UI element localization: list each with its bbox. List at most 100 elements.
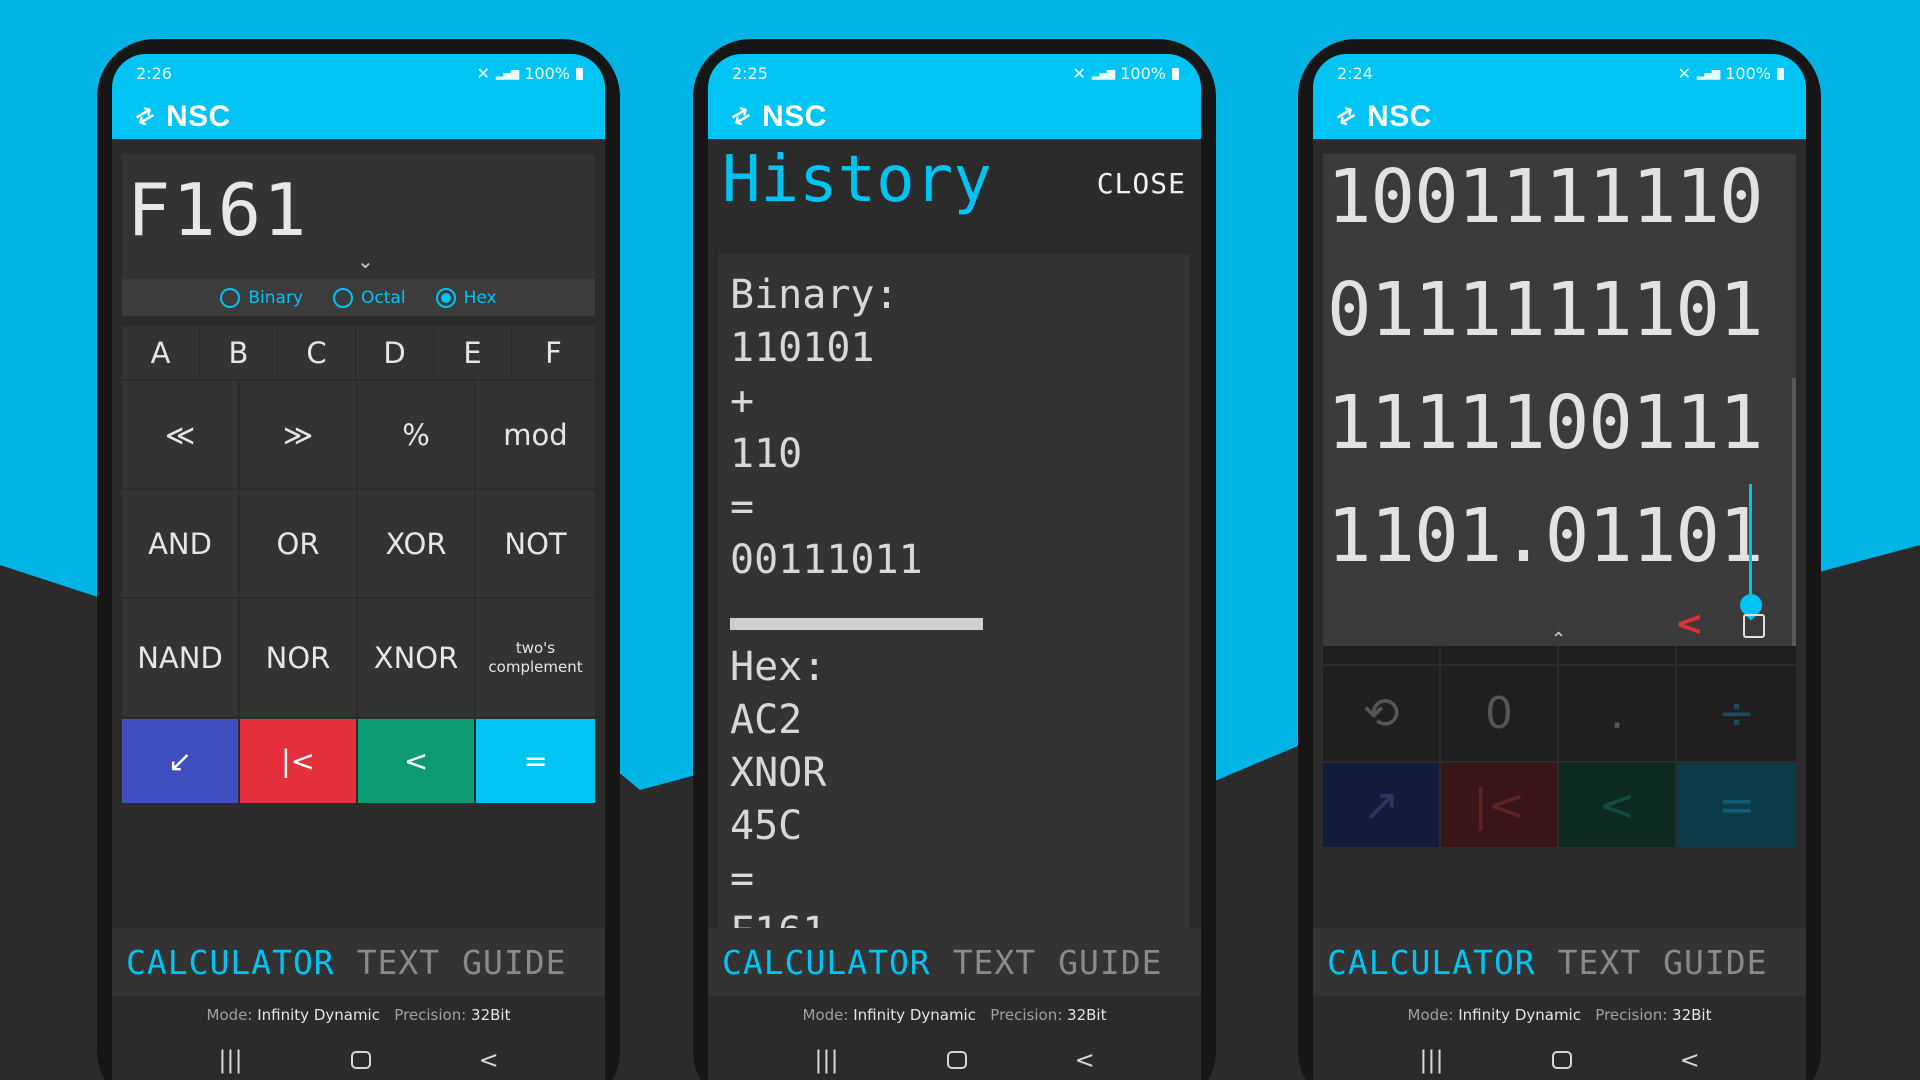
phone-screen: 2:26 ✕ ▂▄▆ 100% ⇄ NSC F161 ⌄ Binary Octa…: [112, 54, 605, 1080]
precision-label: Precision:: [1595, 1006, 1668, 1024]
arrow-down-left-key[interactable]: ↙: [122, 719, 238, 803]
xor-key[interactable]: XOR: [358, 490, 474, 597]
status-time: 2:24: [1337, 64, 1373, 83]
history-line: AC2: [730, 697, 803, 743]
tab-calculator[interactable]: CALCULATOR: [722, 943, 931, 982]
battery-text: 100%: [1120, 64, 1166, 83]
mode-value: Infinity Dynamic: [1458, 1006, 1581, 1024]
back-icon[interactable]: <: [1075, 1046, 1095, 1074]
history-line: =: [730, 856, 755, 902]
history-list[interactable]: Binary: 110101 + 110 = 00111011 Hex: AC2…: [718, 254, 1190, 928]
history-line: XNOR: [730, 750, 827, 796]
shift-right-key[interactable]: ≫: [240, 381, 356, 488]
nand-key[interactable]: NAND: [122, 599, 238, 717]
recents-icon[interactable]: |||: [814, 1046, 838, 1074]
tab-text[interactable]: TEXT: [1558, 943, 1641, 982]
clear-key[interactable]: |<: [240, 719, 356, 803]
phone-binary-expanded: 2:24 ✕ ▂▄▆ 100% ⇄ NSC 7 8 9 × ⟲ 0 . ÷ ↗ …: [1298, 39, 1821, 1080]
phone-screen: 2:24 ✕ ▂▄▆ 100% ⇄ NSC 7 8 9 × ⟲ 0 . ÷ ↗ …: [1313, 54, 1806, 1080]
tab-calculator[interactable]: CALCULATOR: [126, 943, 335, 982]
app-title: NSC: [1367, 100, 1432, 133]
radio-octal[interactable]: Octal: [333, 287, 406, 308]
back-icon[interactable]: <: [479, 1046, 499, 1074]
mode-value: Infinity Dynamic: [257, 1006, 380, 1024]
radio-label: Binary: [248, 287, 304, 308]
radio-binary[interactable]: Binary: [220, 287, 304, 308]
recents-icon[interactable]: |||: [218, 1046, 242, 1074]
mode-status: Mode: Infinity Dynamic Precision: 32Bit: [1313, 1006, 1806, 1024]
phone-history: 2:25 ✕ ▂▄▆ 100% ⇄ NSC History CLOSE Bina…: [693, 39, 1216, 1080]
radio-hex[interactable]: Hex: [435, 287, 497, 308]
tab-calculator[interactable]: CALCULATOR: [1327, 943, 1536, 982]
not-key[interactable]: NOT: [476, 490, 595, 597]
expanded-display[interactable]: 1001111110 0111111101 1111100111 1101.01…: [1323, 154, 1796, 650]
home-icon[interactable]: [946, 1051, 967, 1069]
key-d[interactable]: D: [356, 326, 433, 379]
nsc-logo-icon: ⇄: [1331, 101, 1361, 132]
nsc-logo-icon: ⇄: [726, 101, 756, 132]
key-a[interactable]: A: [122, 326, 199, 379]
history-key[interactable]: ⟲: [1323, 666, 1439, 761]
precision-value: 32Bit: [1672, 1006, 1712, 1024]
history-line: +: [730, 378, 755, 424]
and-key[interactable]: AND: [122, 490, 238, 597]
twos-complement-key[interactable]: two's complement: [476, 599, 595, 717]
radio-label: Octal: [361, 287, 406, 308]
backspace-key[interactable]: <: [358, 719, 474, 803]
android-nav-bar: ||| <: [1313, 1039, 1806, 1080]
back-icon[interactable]: <: [1680, 1046, 1700, 1074]
status-bar: 2:24 ✕ ▂▄▆ 100%: [1313, 54, 1806, 94]
equals-key[interactable]: =: [1677, 763, 1796, 847]
tab-bar: CALCULATOR TEXT GUIDE: [1313, 928, 1806, 996]
backspace-chevron-icon[interactable]: <: [1675, 604, 1704, 644]
divide-key[interactable]: ÷: [1677, 666, 1796, 761]
chevron-down-icon[interactable]: ⌄: [357, 249, 374, 273]
precision-value: 32Bit: [471, 1006, 511, 1024]
arrow-up-right-key[interactable]: ↗: [1323, 763, 1439, 847]
mode-status: Mode: Infinity Dynamic Precision: 32Bit: [708, 1006, 1201, 1024]
tab-bar: CALCULATOR TEXT GUIDE: [708, 928, 1201, 996]
phone-screen: 2:25 ✕ ▂▄▆ 100% ⇄ NSC History CLOSE Bina…: [708, 54, 1201, 1080]
percent-key[interactable]: %: [358, 381, 474, 488]
or-key[interactable]: OR: [240, 490, 356, 597]
shift-left-key[interactable]: ≪: [122, 381, 238, 488]
chevron-up-icon[interactable]: ⌃: [1551, 629, 1566, 650]
xnor-key[interactable]: XNOR: [358, 599, 474, 717]
signal-icon: ▂▄▆: [1091, 67, 1115, 80]
battery-icon: [1777, 67, 1784, 80]
home-icon[interactable]: [350, 1051, 371, 1069]
app-bar: ⇄ NSC: [708, 94, 1201, 139]
backspace-key[interactable]: <: [1559, 763, 1675, 847]
calculator-display[interactable]: F161 ⌄: [122, 154, 595, 279]
history-divider: [730, 618, 983, 630]
mute-icon: ✕: [1677, 64, 1691, 83]
tab-guide[interactable]: GUIDE: [1058, 943, 1162, 982]
home-icon[interactable]: [1551, 1051, 1572, 1069]
tab-text[interactable]: TEXT: [357, 943, 440, 982]
key-e[interactable]: E: [434, 326, 511, 379]
mode-value: Infinity Dynamic: [853, 1006, 976, 1024]
tab-guide[interactable]: GUIDE: [1663, 943, 1767, 982]
clear-key[interactable]: |<: [1441, 763, 1557, 847]
key-c[interactable]: C: [278, 326, 355, 379]
key-b[interactable]: B: [200, 326, 277, 379]
scrollbar[interactable]: [1792, 378, 1796, 646]
key-0[interactable]: 0: [1441, 666, 1557, 761]
key-f[interactable]: F: [512, 326, 595, 379]
mod-key[interactable]: mod: [476, 381, 595, 488]
history-line: Hex:: [730, 644, 827, 690]
mode-label: Mode:: [802, 1006, 849, 1024]
decimal-key[interactable]: .: [1559, 666, 1675, 761]
close-button[interactable]: CLOSE: [1097, 167, 1186, 200]
android-nav-bar: ||| <: [112, 1039, 605, 1080]
radio-selected-icon: [435, 287, 456, 308]
recents-icon[interactable]: |||: [1419, 1046, 1443, 1074]
text-cursor: [1749, 484, 1752, 604]
copy-icon[interactable]: [1743, 614, 1765, 638]
mode-status: Mode: Infinity Dynamic Precision: 32Bit: [112, 1006, 605, 1024]
tab-guide[interactable]: GUIDE: [462, 943, 566, 982]
radio-circle-icon: [333, 287, 354, 308]
nor-key[interactable]: NOR: [240, 599, 356, 717]
equals-key[interactable]: =: [476, 719, 595, 803]
tab-text[interactable]: TEXT: [953, 943, 1036, 982]
